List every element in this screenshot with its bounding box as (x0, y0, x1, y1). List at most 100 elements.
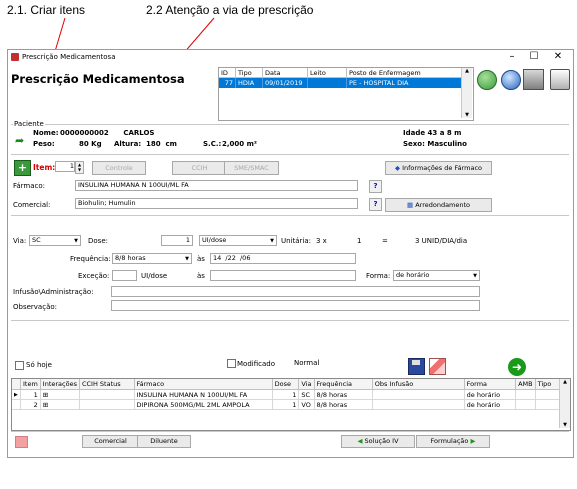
infusion-field[interactable] (111, 286, 480, 297)
solucao-label: Solução IV (364, 437, 399, 445)
forma-select[interactable]: de horário (393, 270, 480, 281)
scroll-down-icon[interactable]: ▼ (462, 112, 472, 118)
exception-as-label: às (197, 272, 205, 280)
table-row[interactable]: 77 HDIA 09/01/2019 PE - HOSPITAL DIA (219, 77, 462, 88)
col-via: Via (298, 379, 315, 390)
forward-arrow-icon: ▶ (470, 437, 476, 445)
col-id: ID (219, 68, 236, 78)
next-arrow-icon[interactable]: ➜ (508, 358, 526, 376)
cell-via: VO (298, 399, 315, 410)
formulacao-button[interactable]: Formulação ▶ (416, 435, 490, 448)
item-number-field[interactable]: 1 (55, 161, 75, 172)
comercial-help-button[interactable]: ? (369, 198, 382, 211)
exit-icon[interactable] (550, 69, 570, 90)
cell-amb (515, 399, 536, 410)
refresh-icon[interactable] (477, 70, 497, 90)
drug-info-label: Informações de Fármaco (402, 164, 482, 172)
cell-interacoes[interactable]: ⊞ (40, 389, 80, 400)
cell-obs (372, 399, 465, 410)
drug-info-button[interactable]: ◆ Informações de Fármaco (385, 161, 492, 175)
farmaco-help-button[interactable]: ? (369, 180, 382, 193)
as-label: às (197, 255, 205, 263)
scroll-up-icon[interactable]: ▲ (462, 68, 472, 74)
sme-smac-button[interactable]: SME/SMAC (224, 161, 279, 175)
printer-icon[interactable] (523, 69, 544, 90)
frequency-select[interactable]: 8/8 horas (112, 253, 192, 264)
ccih-button[interactable]: CCIH (172, 161, 227, 175)
cell-tipo: HDIA (235, 77, 263, 88)
timer-icon[interactable] (501, 70, 521, 90)
patient-sex: Sexo: Masculino (403, 140, 467, 148)
infusion-label: Infusão\Administração: (13, 288, 94, 296)
solucao-iv-button[interactable]: ◀ Solução IV (341, 435, 415, 448)
item-spinner[interactable]: ▲ ▼ (75, 161, 84, 174)
col-dose: Dose (272, 379, 300, 390)
divider (11, 431, 569, 432)
comercial-field[interactable]: Biohulin; Humulin (75, 198, 358, 209)
height-value: 180 cm (146, 140, 177, 148)
cell-amb (515, 389, 536, 400)
unitaria-label: Unitária: (281, 237, 312, 245)
scroll-up-icon[interactable]: ▲ (560, 379, 570, 385)
farmaco-field[interactable]: INSULINA HUMANA N 100UI/ML FA (75, 180, 358, 191)
col-tipo: Tipo (235, 68, 263, 78)
cell-posto: PE - HOSPITAL DIA (346, 77, 462, 88)
comercial-label: Comercial: (13, 201, 51, 209)
unitaria-times: 3 x (316, 237, 327, 245)
dose-field[interactable]: 1 (161, 235, 193, 246)
add-item-button[interactable]: + (14, 160, 31, 176)
cell-interacoes[interactable]: ⊞ (40, 399, 80, 410)
observation-field[interactable] (111, 300, 480, 311)
patient-section-label: Paciente (13, 120, 45, 128)
comercial-button[interactable]: Comercial (82, 435, 139, 448)
col-data: Data (262, 68, 308, 78)
table-row[interactable]: ▶ 1 ⊞ INSULINA HUMANA N 100UI/ML FA 1 SC… (12, 389, 571, 400)
admissions-header: ID Tipo Data Leito Posto de Enfermagem (219, 68, 462, 78)
eraser-icon[interactable] (429, 358, 446, 375)
patient-arrow-icon[interactable]: ➦ (15, 134, 27, 147)
cell-forma: de horário (464, 389, 517, 400)
cell-forma: de horário (464, 399, 517, 410)
cell-ccih (79, 399, 135, 410)
dose-unit-select[interactable]: UI/dose (199, 235, 277, 246)
diluente-button[interactable]: Diluente (137, 435, 191, 448)
sc-value: 2,000 m² (222, 140, 257, 148)
height-label: Altura: (114, 140, 142, 148)
col-forma: Forma (464, 379, 517, 390)
cell-data: 09/01/2019 (262, 77, 308, 88)
back-arrow-icon: ◀ (357, 437, 363, 445)
status-color-icon (15, 436, 28, 448)
scroll-down-icon[interactable]: ▼ (560, 422, 570, 428)
col-ccih-status: CCIH Status (79, 379, 135, 390)
cell-leito (307, 77, 347, 88)
items-scrollbar[interactable]: ▲ ▼ (559, 379, 570, 428)
col-interacoes: Interações (40, 379, 80, 390)
arredondamento-button[interactable]: ▦ Arredondamento (385, 198, 492, 212)
col-posto: Posto de Enfermagem (346, 68, 462, 78)
admissions-scrollbar[interactable]: ▲ ▼ (461, 68, 472, 118)
arredondamento-label: Arredondamento (415, 201, 471, 209)
sc-label: S.C.: (203, 140, 222, 148)
exception-dose-field[interactable] (112, 270, 137, 281)
controle-button[interactable]: Controle (92, 161, 146, 175)
minimize-button[interactable]: – (501, 50, 523, 64)
col-amb: AMB (515, 379, 536, 390)
schedule-field[interactable]: 14 /22 /06 (210, 253, 356, 264)
admissions-grid[interactable]: ID Tipo Data Leito Posto de Enfermagem 7… (218, 67, 474, 121)
cell-farmaco: DIPIRONA 500MG/ML 2ML AMPOLA (134, 399, 273, 410)
row-pointer-icon: ▶ (12, 389, 22, 400)
via-select[interactable]: SC (29, 235, 81, 246)
table-row[interactable]: 2 ⊞ DIPIRONA 500MG/ML 2ML AMPOLA 1 VO 8/… (12, 399, 571, 410)
unitaria-count: 1 (357, 237, 362, 245)
maximize-button[interactable]: ☐ (523, 50, 545, 64)
save-icon[interactable] (408, 358, 425, 375)
modificado-checkbox[interactable] (227, 359, 236, 368)
cell-id: 77 (219, 77, 236, 88)
observation-label: Observação: (13, 303, 57, 311)
prescription-items-grid[interactable]: Item Interações CCIH Status Fármaco Dose… (11, 378, 571, 431)
so-hoje-checkbox[interactable] (15, 361, 24, 370)
app-icon (11, 53, 19, 61)
close-button[interactable]: ✕ (547, 50, 569, 64)
col-farmaco: Fármaco (134, 379, 273, 390)
exception-schedule-field[interactable] (210, 270, 356, 281)
